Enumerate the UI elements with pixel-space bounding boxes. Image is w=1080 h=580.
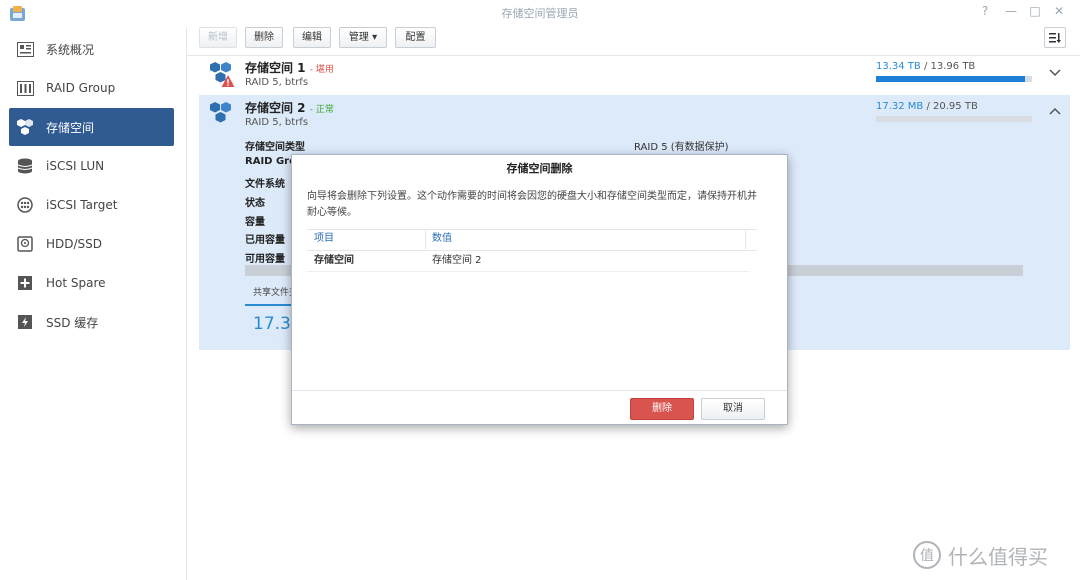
minimize-button[interactable]: — [1002,4,1020,18]
column-header-value: 数值 [432,233,452,244]
iscsi-lun-icon [16,157,34,175]
sort-icon [1049,32,1061,43]
detail-label-filesystem: 文件系统 [245,179,285,190]
detail-label-status: 状态 [245,198,265,209]
capacity-bar [876,116,1032,122]
sidebar-item-storage-pool[interactable]: 存储空间 [9,108,174,146]
detail-label-capacity: 容量 [245,217,265,228]
column-header-item: 项目 [314,233,334,244]
pool-raid-info: RAID 5, btrfs [245,77,309,88]
watermark: 值 什么值得买 [912,540,1048,570]
sidebar-item-label: 存储空间 [46,120,95,135]
cancel-button[interactable]: 取消 [701,398,765,420]
status-badge: - 正常 [309,105,334,115]
chevron-up-icon[interactable] [1048,105,1062,119]
sidebar-item-iscsi-lun[interactable]: iSCSI LUN [9,147,174,185]
iscsi-target-icon [16,196,34,214]
pool-raid-info: RAID 5, btrfs [245,117,309,128]
hdd-icon [16,235,34,253]
capacity-big-number: 17.3 [253,314,291,334]
detail-label-used: 已用容量 [245,235,285,246]
svg-text:值: 值 [920,548,934,564]
sidebar-item-hdd-ssd[interactable]: HDD/SSD [9,225,174,263]
sidebar-item-ssd-cache[interactable]: SSD 缓存 [9,303,174,341]
detail-label-available: 可用容量 [245,254,285,265]
storage-pool-warning-icon [210,62,235,87]
help-button[interactable]: ? [976,4,994,18]
sidebar-item-label: RAID Group [46,81,116,95]
detail-label-raid-group: RAID Gro [245,156,296,167]
pool-name: 存储空间 1 - 堪用 [245,61,334,75]
detail-value-type: RAID 5 (有数据保护) [634,142,729,153]
dialog-title: 存储空间删除 [506,162,573,175]
dialog-footer-divider [292,390,787,391]
capacity-fill [876,76,1025,82]
confirm-delete-button[interactable]: 删除 [630,398,694,420]
storage-pool-icon [210,102,231,123]
close-button[interactable]: ✕ [1050,4,1068,18]
sort-button[interactable] [1044,27,1066,48]
toolbar: 新增 删除 编辑 管理 ▾ 配置 [187,27,1080,56]
dialog-description: 向导将会删除下列设置。这个动作需要的时间将会因您的硬盘大小和存储空间类型而定，请… [307,191,757,218]
ssd-cache-icon [16,313,34,331]
overview-icon [16,40,34,58]
sidebar-item-hot-spare[interactable]: Hot Spare [9,264,174,302]
column-divider [425,229,426,249]
sidebar-item-label: Hot Spare [46,276,106,290]
new-button[interactable]: 新增 [199,27,237,48]
table-row-divider [307,271,749,272]
sidebar-item-label: iSCSI Target [46,198,118,212]
sidebar-item-label: HDD/SSD [46,237,103,251]
capacity-text: 13.34 TB / 13.96 TB [876,61,976,72]
sidebar-item-label: 系统概况 [46,42,95,57]
delete-storage-dialog: 存储空间删除 向导将会删除下列设置。这个动作需要的时间将会因您的硬盘大小和存储空… [291,154,788,425]
storage-pool-icon [16,118,34,136]
detail-label-type: 存储空间类型 [245,142,305,153]
hot-spare-icon [16,274,34,292]
table-cell-item: 存储空间 [314,255,354,266]
delete-button[interactable]: 删除 [245,27,283,48]
table-header [307,229,757,251]
chevron-down-icon[interactable] [1048,65,1062,79]
pool-name: 存储空间 2 - 正常 [245,101,334,115]
title-bar: 存储空间管理员 ? — □ ✕ [0,0,1080,27]
sidebar-item-iscsi-target[interactable]: iSCSI Target [9,186,174,224]
column-divider [745,229,746,249]
manage-dropdown[interactable]: 管理 ▾ [339,27,387,48]
storage-pool-row[interactable]: 存储空间 1 - 堪用 RAID 5, btrfs 13.34 TB / 13.… [199,55,1070,94]
config-button[interactable]: 配置 [395,27,436,48]
sidebar-item-label: iSCSI LUN [46,159,105,173]
capacity-text: 17.32 MB / 20.95 TB [876,101,978,112]
watermark-logo-icon: 值 [913,541,941,569]
edit-button[interactable]: 编辑 [293,27,331,48]
window-title: 存储空间管理员 [501,7,579,20]
table-cell-value: 存储空间 2 [432,255,482,266]
sidebar: 系统概况 RAID Group 存储空间 iSCSI LUN iSCSI Tar… [0,27,187,580]
sidebar-item-overview[interactable]: 系统概况 [9,30,174,68]
sidebar-item-label: SSD 缓存 [46,315,99,330]
maximize-button[interactable]: □ [1026,4,1044,18]
raid-group-icon [16,79,34,97]
watermark-text: 什么值得买 [948,544,1048,569]
capacity-bar [876,76,1032,82]
status-badge: - 堪用 [309,65,334,75]
sidebar-item-raid-group[interactable]: RAID Group [9,69,174,107]
